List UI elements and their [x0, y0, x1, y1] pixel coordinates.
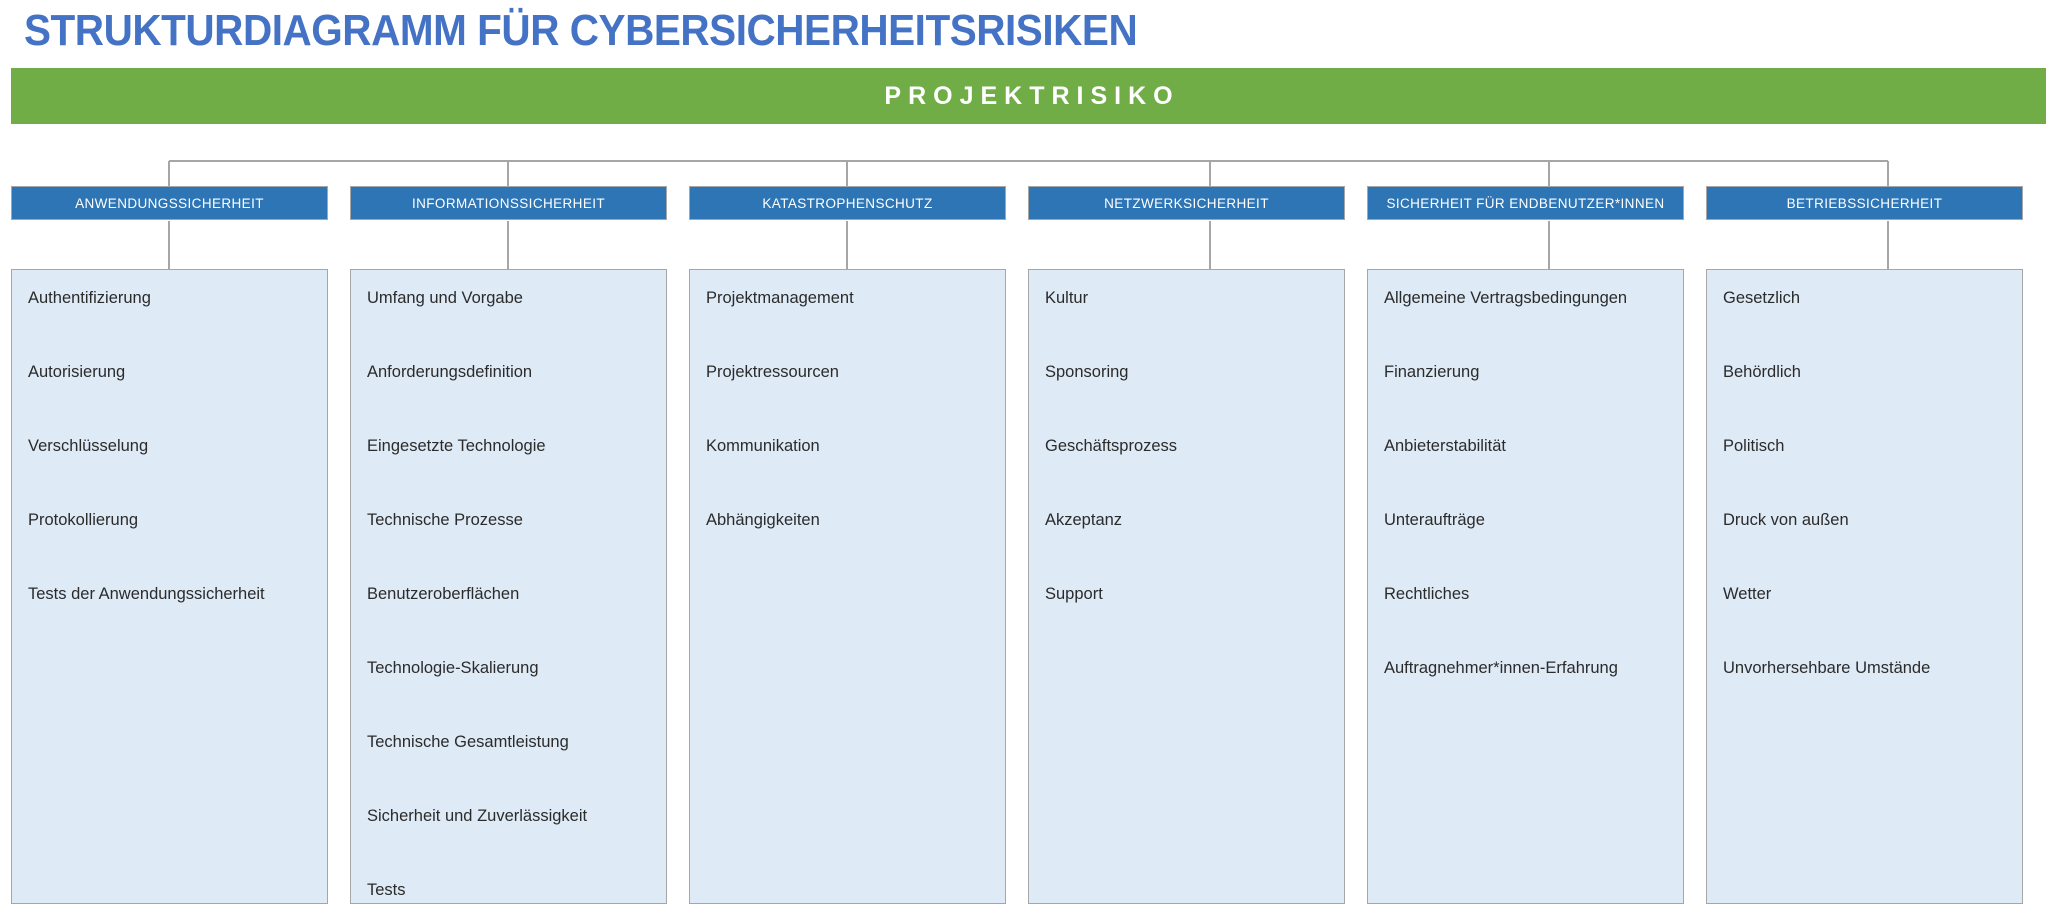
category-column-katastrophenschutz: KATASTROPHENSCHUTZ Projektmanagement Pro…: [689, 186, 1006, 904]
root-node-projektrisiko[interactable]: PROJEKTRISIKO: [11, 68, 2046, 124]
category-column-anwendungssicherheit: ANWENDUNGSSICHERHEIT Authentifizierung A…: [11, 186, 328, 904]
list-item[interactable]: Benutzeroberflächen: [367, 586, 650, 660]
list-item[interactable]: Projektressourcen: [706, 364, 989, 438]
list-item[interactable]: Technische Gesamtleistung: [367, 734, 650, 808]
list-item[interactable]: Anbieterstabilität: [1384, 438, 1667, 512]
list-item[interactable]: Authentifizierung: [28, 290, 311, 364]
list-item[interactable]: Druck von außen: [1723, 512, 2006, 586]
list-item[interactable]: Finanzierung: [1384, 364, 1667, 438]
category-panel-3: Projektmanagement Projektressourcen Komm…: [689, 269, 1006, 904]
list-item[interactable]: Sicherheit und Zuverlässigkeit: [367, 808, 650, 882]
list-item[interactable]: Geschäftsprozess: [1045, 438, 1328, 512]
list-item[interactable]: Umfang und Vorgabe: [367, 290, 650, 364]
category-columns: ANWENDUNGSSICHERHEIT Authentifizierung A…: [11, 186, 2046, 904]
category-header-label-4: NETZWERKSICHERHEIT: [1104, 195, 1269, 211]
category-header-label-1: ANWENDUNGSSICHERHEIT: [75, 195, 264, 211]
category-column-netzwerksicherheit: NETZWERKSICHERHEIT Kultur Sponsoring Ges…: [1028, 186, 1345, 904]
root-node-label: PROJEKTRISIKO: [884, 81, 1180, 110]
list-item[interactable]: Projektmanagement: [706, 290, 989, 364]
category-header-4[interactable]: NETZWERKSICHERHEIT: [1028, 186, 1345, 220]
list-item[interactable]: Eingesetzte Technologie: [367, 438, 650, 512]
category-header-3[interactable]: KATASTROPHENSCHUTZ: [689, 186, 1006, 220]
list-item[interactable]: Unteraufträge: [1384, 512, 1667, 586]
category-header-1[interactable]: ANWENDUNGSSICHERHEIT: [11, 186, 328, 220]
category-panel-4: Kultur Sponsoring Geschäftsprozess Akzep…: [1028, 269, 1345, 904]
list-item[interactable]: Kommunikation: [706, 438, 989, 512]
list-item[interactable]: Wetter: [1723, 586, 2006, 660]
page-title: STRUKTURDIAGRAMM FÜR CYBERSICHERHEITSRIS…: [24, 6, 1138, 55]
category-column-betriebssicherheit: BETRIEBSSICHERHEIT Gesetzlich Behördlich…: [1706, 186, 2023, 904]
category-header-5[interactable]: SICHERHEIT FÜR ENDBENUTZER*INNEN: [1367, 186, 1684, 220]
list-item[interactable]: Rechtliches: [1384, 586, 1667, 660]
list-item[interactable]: Technologie-Skalierung: [367, 660, 650, 734]
list-item[interactable]: Abhängigkeiten: [706, 512, 989, 529]
category-column-endbenutzersicherheit: SICHERHEIT FÜR ENDBENUTZER*INNEN Allgeme…: [1367, 186, 1684, 904]
category-panel-5: Allgemeine Vertragsbedingungen Finanzier…: [1367, 269, 1684, 904]
list-item[interactable]: Autorisierung: [28, 364, 311, 438]
list-item[interactable]: Akzeptanz: [1045, 512, 1328, 586]
list-item[interactable]: Verschlüsselung: [28, 438, 311, 512]
category-header-label-3: KATASTROPHENSCHUTZ: [762, 195, 933, 211]
category-header-6[interactable]: BETRIEBSSICHERHEIT: [1706, 186, 2023, 220]
list-item[interactable]: Kultur: [1045, 290, 1328, 364]
list-item[interactable]: Allgemeine Vertragsbedingungen: [1384, 290, 1667, 364]
category-panel-1: Authentifizierung Autorisierung Verschlü…: [11, 269, 328, 904]
category-panel-6: Gesetzlich Behördlich Politisch Druck vo…: [1706, 269, 2023, 904]
list-item[interactable]: Tests: [367, 882, 650, 899]
list-item[interactable]: Politisch: [1723, 438, 2006, 512]
list-item[interactable]: Anforderungsdefinition: [367, 364, 650, 438]
category-header-label-6: BETRIEBSSICHERHEIT: [1786, 195, 1943, 211]
list-item[interactable]: Gesetzlich: [1723, 290, 2006, 364]
list-item[interactable]: Technische Prozesse: [367, 512, 650, 586]
category-header-label-5: SICHERHEIT FÜR ENDBENUTZER*INNEN: [1386, 195, 1665, 211]
category-header-label-2: INFORMATIONSSICHERHEIT: [411, 195, 606, 211]
list-item[interactable]: Protokollierung: [28, 512, 311, 586]
category-header-2[interactable]: INFORMATIONSSICHERHEIT: [350, 186, 667, 220]
list-item[interactable]: Auftragnehmer*innen-Erfahrung: [1384, 660, 1667, 677]
list-item[interactable]: Tests der Anwendungssicherheit: [28, 586, 311, 603]
list-item[interactable]: Unvorhersehbare Umstände: [1723, 660, 2006, 677]
category-panel-2: Umfang und Vorgabe Anforderungsdefinitio…: [350, 269, 667, 904]
category-column-informationssicherheit: INFORMATIONSSICHERHEIT Umfang und Vorgab…: [350, 186, 667, 904]
list-item[interactable]: Behördlich: [1723, 364, 2006, 438]
list-item[interactable]: Support: [1045, 586, 1328, 603]
list-item[interactable]: Sponsoring: [1045, 364, 1328, 438]
